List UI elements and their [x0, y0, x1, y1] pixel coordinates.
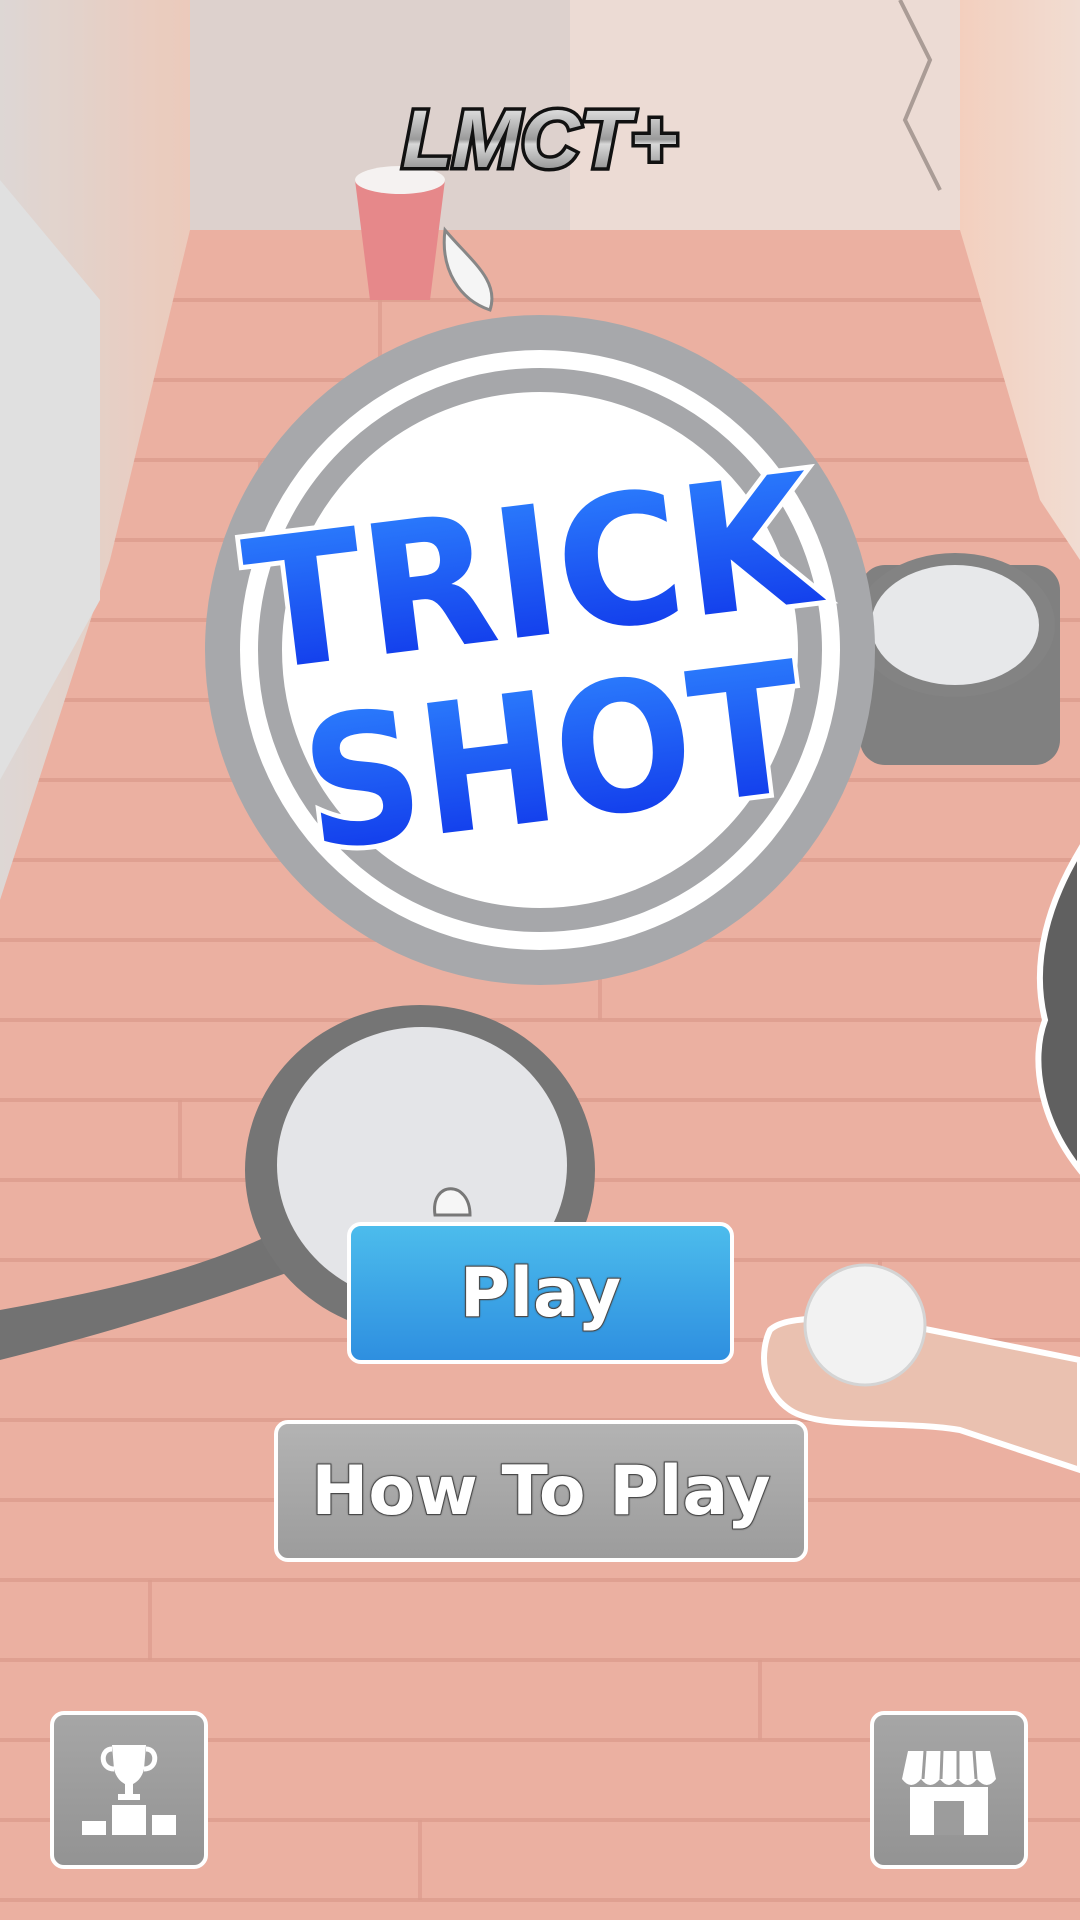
- how-to-play-button-label: How To Play: [310, 1451, 771, 1532]
- store-button[interactable]: [870, 1711, 1028, 1869]
- lmct-logo: LMCT+: [399, 95, 682, 185]
- logo-text: LMCT+: [402, 95, 678, 185]
- game-screen: LMCT+ TRICK SHOT Play How To Play: [0, 0, 1080, 1920]
- store-icon: [902, 1750, 996, 1835]
- leaderboard-button[interactable]: [50, 1711, 208, 1869]
- play-button-label: Play: [459, 1253, 622, 1334]
- trophy-podium-icon: [82, 1745, 176, 1835]
- play-button[interactable]: Play: [347, 1222, 734, 1364]
- how-to-play-button[interactable]: How To Play: [274, 1420, 808, 1562]
- title-badge: TRICK SHOT: [205, 315, 875, 985]
